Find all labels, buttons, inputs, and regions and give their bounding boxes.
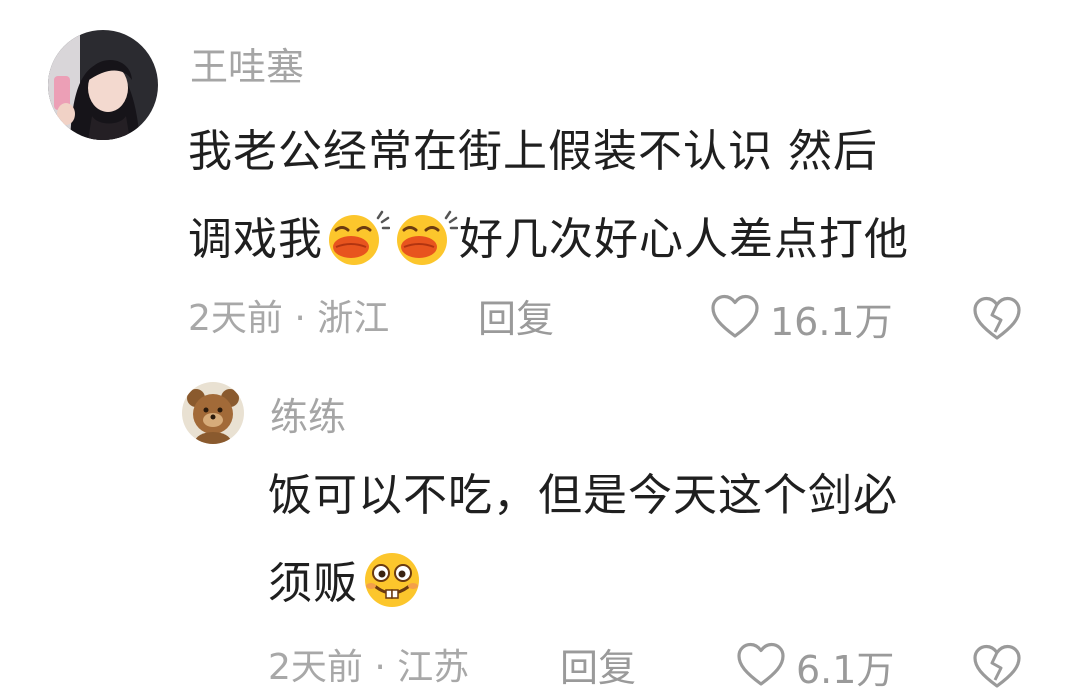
dislike-button[interactable]: [972, 296, 1022, 346]
avatar-image: [182, 382, 244, 444]
kiss-face-emoji: [324, 208, 391, 296]
comment-location: 浙江: [317, 298, 390, 339]
comment-text-line: 饭可以不吃，但是今天这个剑必: [268, 470, 898, 521]
heart-icon: [710, 294, 760, 349]
comment-text-segment: 好几次好心人差点打他: [459, 214, 909, 265]
avatar-image: [48, 30, 158, 140]
like-button[interactable]: 6.1万: [736, 642, 894, 697]
comment-text-line: 调戏我 好几次好心人差点打他: [188, 196, 1038, 296]
comment-text-segment: 须贩: [268, 558, 358, 609]
like-count: 6.1万: [796, 647, 895, 692]
avatar[interactable]: [182, 382, 244, 444]
reply-button[interactable]: 回复: [560, 646, 636, 690]
comment-text-segment: 调戏我: [188, 214, 323, 265]
broken-heart-icon: [972, 296, 1022, 346]
avatar[interactable]: [48, 30, 158, 140]
comment-username[interactable]: 王哇塞: [190, 45, 304, 89]
kiss-face-emoji: [392, 208, 459, 296]
comment-meta: 2天前 · 浙江: [188, 297, 389, 341]
buck-teeth-grin-emoji: [359, 550, 425, 640]
comment-text-line: 我老公经常在街上假装不认识 然后: [188, 126, 878, 177]
comment-meta: 2天前 · 江苏: [268, 646, 469, 690]
comment-text-line: 须贩: [268, 540, 1038, 640]
like-count: 16.1万: [770, 299, 893, 344]
reply-button[interactable]: 回复: [478, 297, 554, 341]
comment-text: 我老公经常在街上假装不认识 然后 调戏我 好几次好心人差点打他: [188, 108, 1038, 296]
comment-username[interactable]: 练练: [270, 395, 346, 439]
dislike-button[interactable]: [972, 644, 1022, 694]
heart-icon: [736, 642, 786, 697]
meta-separator: ·: [294, 298, 306, 339]
comment-text: 饭可以不吃，但是今天这个剑必 须贩: [268, 452, 1038, 640]
comment-time: 2天前: [268, 647, 363, 688]
comment-time: 2天前: [188, 298, 283, 339]
like-button[interactable]: 16.1万: [710, 294, 893, 349]
comment-location: 江苏: [397, 647, 470, 688]
meta-separator: ·: [374, 647, 386, 688]
